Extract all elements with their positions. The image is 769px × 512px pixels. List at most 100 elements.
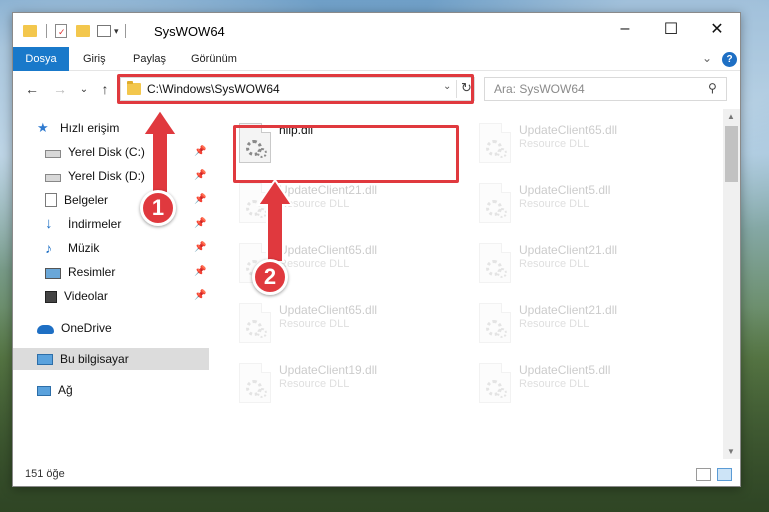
file-item[interactable]: UpdateClient5.dll Resource DLL — [471, 357, 701, 411]
navigation-pane: ★ Hızlı erişim Yerel Disk (C:) 📌 Yerel D… — [13, 113, 211, 458]
file-item[interactable]: UpdateClient5.dll Resource DLL — [471, 177, 701, 231]
drive-icon — [45, 150, 61, 158]
file-item[interactable]: UpdateClient65.dll Resource DLL — [231, 297, 461, 351]
sidebar-item-documents[interactable]: Belgeler 📌 — [13, 189, 209, 211]
view-options-icon[interactable] — [97, 25, 111, 37]
file-name: UpdateClient65.dll — [279, 243, 378, 257]
large-icons-view-icon[interactable] — [717, 468, 732, 481]
tab-giris[interactable]: Giriş — [83, 47, 106, 71]
sidebar-item-label: Müzik — [68, 241, 100, 255]
up-button[interactable]: ↑ — [96, 80, 114, 98]
customize-dropdown-icon[interactable]: ▾ — [114, 26, 119, 37]
sidebar-item-quick-access[interactable]: ★ Hızlı erişim — [13, 117, 209, 139]
dll-file-icon — [479, 183, 511, 223]
file-description: Resource DLL — [519, 318, 590, 330]
expand-ribbon-icon[interactable]: ⌄ — [702, 51, 712, 65]
file-name: UpdateClient65.dll — [519, 123, 618, 137]
properties-icon[interactable]: ✓ — [55, 24, 67, 38]
dll-file-icon — [239, 183, 271, 223]
pin-icon[interactable]: 📌 — [194, 194, 206, 205]
file-description: Resource DLL — [279, 258, 350, 270]
pin-icon[interactable]: 📌 — [194, 146, 206, 157]
file-name: UpdateClient21.dll — [279, 183, 378, 197]
item-count: 151 öğe — [25, 468, 65, 480]
new-folder-icon[interactable] — [76, 25, 90, 37]
dll-file-icon — [479, 123, 511, 163]
tab-dosya[interactable]: Dosya — [13, 47, 69, 71]
sidebar-item-label: İndirmeler — [68, 217, 122, 231]
step-1-badge: 1 — [140, 190, 176, 226]
minimize-button[interactable]: – — [602, 13, 648, 45]
status-bar: 151 öğe — [13, 462, 740, 486]
back-button[interactable]: ← — [23, 80, 41, 98]
sidebar-item-videos[interactable]: Videolar 📌 — [13, 285, 209, 307]
pin-icon[interactable]: 📌 — [194, 218, 206, 229]
documents-icon — [45, 193, 57, 207]
scroll-up-icon[interactable]: ▲ — [727, 112, 735, 121]
forward-button[interactable]: → — [51, 80, 69, 98]
sidebar-item-disk-d[interactable]: Yerel Disk (D:) 📌 — [13, 165, 209, 187]
file-explorer-window: ✓ ▾ SysWOW64 – ☐ ✕ Dosya Giriş Paylaş Gö… — [12, 12, 741, 487]
sidebar-item-label: Bu bilgisayar — [60, 352, 129, 366]
maximize-button[interactable]: ☐ — [648, 13, 694, 45]
file-description: Resource DLL — [279, 378, 350, 390]
file-item[interactable]: UpdateClient21.dll Resource DLL — [471, 237, 701, 291]
sidebar-item-pictures[interactable]: Resimler 📌 — [13, 261, 209, 283]
dll-file-icon — [239, 363, 271, 403]
tab-paylas[interactable]: Paylaş — [133, 47, 166, 71]
tab-gorunum[interactable]: Görünüm — [191, 47, 237, 71]
close-button[interactable]: ✕ — [694, 13, 740, 45]
dll-file-icon — [479, 363, 511, 403]
sidebar-item-disk-c[interactable]: Yerel Disk (C:) 📌 — [13, 141, 209, 163]
scroll-thumb[interactable] — [725, 126, 738, 182]
step-2-badge: 2 — [252, 259, 288, 295]
sidebar-item-music[interactable]: ♪ Müzik 📌 — [13, 237, 209, 259]
file-item[interactable]: UpdateClient65.dll Resource DLL — [471, 117, 701, 171]
file-description: Resource DLL — [519, 378, 590, 390]
dll-file-icon — [239, 303, 271, 343]
vertical-scrollbar[interactable]: ▲ ▼ — [723, 109, 740, 459]
videos-icon — [45, 290, 57, 303]
star-icon: ★ — [37, 120, 49, 135]
sidebar-item-this-pc[interactable]: Bu bilgisayar — [13, 348, 209, 370]
dll-file-icon — [479, 303, 511, 343]
file-name: UpdateClient21.dll — [519, 243, 618, 257]
pictures-icon — [45, 267, 61, 279]
computer-icon — [37, 354, 53, 365]
file-item[interactable]: UpdateClient21.dll Resource DLL — [231, 177, 461, 231]
search-placeholder[interactable]: Ara: SysWOW64 — [494, 82, 585, 96]
sidebar-item-label: Ağ — [58, 383, 73, 397]
scroll-down-icon[interactable]: ▼ — [727, 447, 735, 456]
sidebar-item-onedrive[interactable]: OneDrive — [13, 317, 209, 339]
address-highlight-box — [117, 74, 474, 104]
music-icon: ♪ — [45, 240, 52, 256]
file-item[interactable]: UpdateClient21.dll Resource DLL — [471, 297, 701, 351]
window-title: SysWOW64 — [154, 24, 225, 39]
file-name: UpdateClient5.dll — [519, 183, 611, 197]
file-item[interactable]: UpdateClient19.dll Resource DLL — [231, 357, 461, 411]
separator — [46, 24, 47, 38]
details-view-icon[interactable] — [696, 468, 711, 481]
pin-icon[interactable]: 📌 — [194, 242, 206, 253]
file-description: Resource DLL — [279, 318, 350, 330]
search-box[interactable]: Ara: SysWOW64 ⚲ — [484, 77, 727, 101]
sidebar-item-downloads[interactable]: ↓ İndirmeler 📌 — [13, 213, 209, 235]
file-name: UpdateClient19.dll — [279, 363, 378, 377]
network-icon — [37, 386, 51, 396]
sidebar-item-network[interactable]: Ağ — [13, 379, 209, 401]
pin-icon[interactable]: 📌 — [194, 266, 206, 277]
pin-icon[interactable]: 📌 — [194, 290, 206, 301]
help-icon[interactable]: ? — [722, 52, 737, 67]
quick-access-toolbar: ✓ ▾ — [23, 23, 126, 39]
drive-icon — [45, 174, 61, 182]
dll-file-icon — [479, 243, 511, 283]
download-icon: ↓ — [45, 215, 53, 232]
sidebar-item-label: Hızlı erişim — [60, 121, 120, 135]
file-description: Resource DLL — [519, 258, 590, 270]
pin-icon[interactable]: 📌 — [194, 170, 206, 181]
sidebar-item-label: Resimler — [68, 265, 116, 279]
file-description: Resource DLL — [519, 138, 590, 150]
recent-locations-icon[interactable]: ⌄ — [75, 80, 93, 98]
file-description: Resource DLL — [279, 198, 350, 210]
search-icon[interactable]: ⚲ — [708, 81, 717, 95]
